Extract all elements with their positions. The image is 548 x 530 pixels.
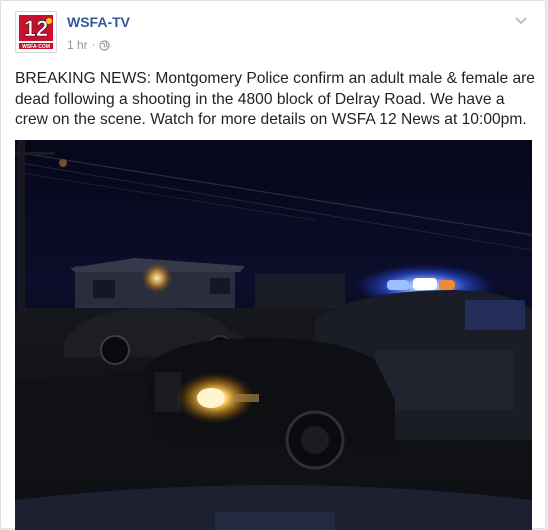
night-police-scene-image	[15, 140, 532, 530]
post-header: 12 WSFA·COM WSFA-TV 1 hr ·	[15, 11, 535, 55]
post-meta: 1 hr ·	[67, 38, 110, 52]
page-name-link[interactable]: WSFA-TV	[67, 14, 130, 30]
chevron-down-icon[interactable]	[513, 13, 529, 29]
globe-icon[interactable]	[99, 39, 110, 51]
svg-text:WSFA·COM: WSFA·COM	[22, 44, 50, 50]
meta-separator: ·	[91, 39, 96, 51]
page-avatar[interactable]: 12 WSFA·COM	[15, 11, 57, 53]
wsfa-logo: 12 WSFA·COM	[16, 12, 56, 52]
svg-text:12: 12	[24, 16, 48, 41]
post-text: BREAKING NEWS: Montgomery Police confirm…	[15, 70, 535, 128]
post-timestamp[interactable]: 1 hr	[67, 38, 88, 52]
post-photo[interactable]	[15, 140, 532, 530]
post-card: 12 WSFA·COM WSFA-TV 1 hr · BREAKING NEWS…	[0, 0, 546, 530]
